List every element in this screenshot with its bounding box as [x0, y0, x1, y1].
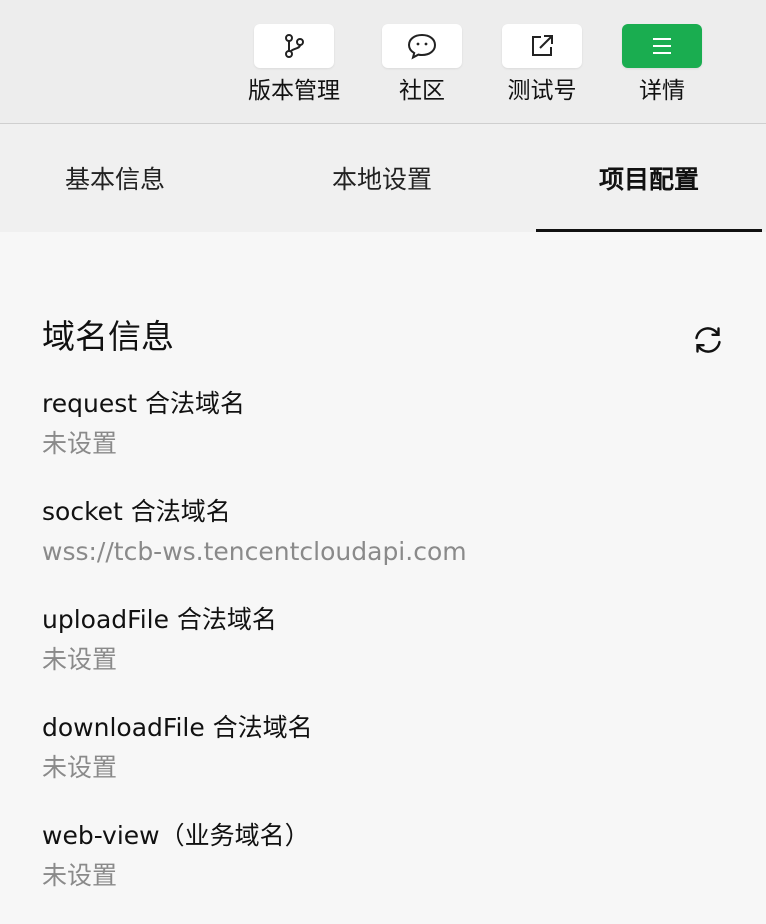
- entry-value: 未设置: [42, 429, 118, 458]
- domain-entry-socket: socket 合法域名 wss://tcb-ws.tencentcloudapi…: [42, 496, 742, 568]
- entry-value: wss://tcb-ws.tencentcloudapi.com: [42, 537, 467, 566]
- domain-entry-request: request 合法域名 未设置: [42, 388, 742, 460]
- entry-name: socket 合法域名: [42, 497, 231, 526]
- active-tab-indicator: [536, 229, 762, 232]
- test-account-button[interactable]: [502, 24, 582, 68]
- details-label: 详情: [639, 78, 685, 104]
- git-branch-icon: [285, 34, 304, 58]
- community-button[interactable]: [382, 24, 462, 68]
- domain-entry-webview: web-view（业务域名） 未设置: [42, 820, 742, 892]
- entry-name: uploadFile 合法域名: [42, 605, 277, 634]
- entry-value: 未设置: [42, 753, 118, 782]
- tab-bar: 基本信息 本地设置 项目配置: [0, 124, 766, 232]
- test-account-tool[interactable]: 测试号: [482, 24, 602, 105]
- tab-basic-info[interactable]: 基本信息: [0, 124, 230, 232]
- tab-local-settings[interactable]: 本地设置: [267, 124, 497, 232]
- entry-name: downloadFile 合法域名: [42, 713, 313, 742]
- external-link-icon: [532, 35, 553, 56]
- refresh-icon[interactable]: [692, 324, 724, 356]
- domain-entry-downloadfile: downloadFile 合法域名 未设置: [42, 712, 742, 784]
- test-account-label: 测试号: [507, 78, 577, 104]
- details-tool[interactable]: 详情: [602, 24, 722, 105]
- entry-name: web-view（业务域名）: [42, 821, 310, 850]
- chat-bubble-icon: [407, 33, 437, 60]
- tab-project-config[interactable]: 项目配置: [534, 124, 764, 232]
- community-label: 社区: [399, 78, 445, 104]
- details-button[interactable]: [622, 24, 702, 68]
- section-title: 域名信息: [42, 317, 174, 356]
- version-control-button[interactable]: [254, 24, 334, 68]
- version-control-tool[interactable]: 版本管理: [234, 24, 354, 105]
- top-toolbar: 版本管理 社区 测试号 详情: [0, 0, 766, 124]
- menu-icon: [653, 38, 671, 54]
- entry-name: request 合法域名: [42, 389, 245, 418]
- entry-value: 未设置: [42, 645, 118, 674]
- community-tool[interactable]: 社区: [362, 24, 482, 105]
- version-control-label: 版本管理: [248, 78, 340, 104]
- domain-entry-uploadfile: uploadFile 合法域名 未设置: [42, 604, 742, 676]
- entry-value: 未设置: [42, 861, 118, 890]
